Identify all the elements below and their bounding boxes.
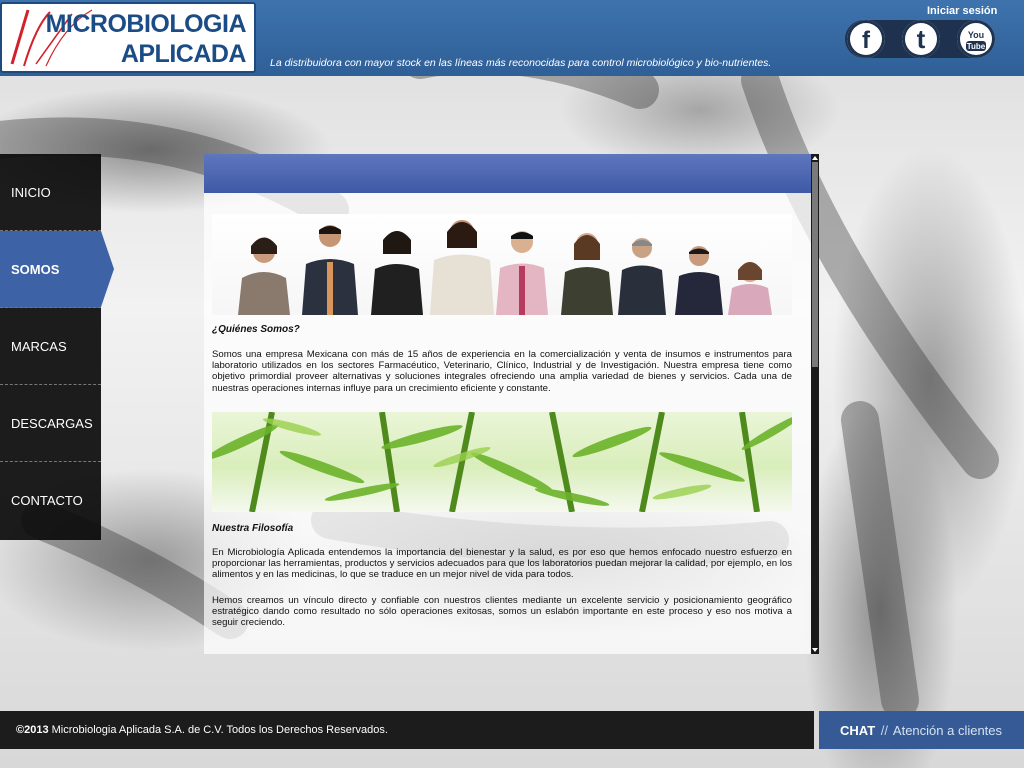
copyright-text: ©2013 Microbiologia Aplicada S.A. de C.V… xyxy=(16,724,388,736)
section-title-filosofia: Nuestra Filosofía xyxy=(212,523,294,534)
site-logo[interactable]: MICROBIOLOGIA APLICADA xyxy=(0,2,256,73)
chat-button[interactable]: CHAT // Atención a clientes xyxy=(819,711,1024,749)
svg-text:Tube: Tube xyxy=(967,42,986,51)
scroll-thumb[interactable] xyxy=(812,162,818,367)
section-text-filosofia-2: Hemos creamos un vínculo directo y confi… xyxy=(212,595,792,629)
svg-text:You: You xyxy=(968,30,984,40)
menu-item-marcas[interactable]: MARCAS xyxy=(0,308,101,385)
svg-text:t: t xyxy=(917,24,926,54)
facebook-icon[interactable]: f xyxy=(847,20,885,58)
section-text-quienes: Somos una empresa Mexicana con más de 15… xyxy=(212,349,792,394)
tagline: La distribuidora con mayor stock en las … xyxy=(270,57,772,69)
menu-item-contacto[interactable]: CONTACTO xyxy=(0,462,101,539)
scroll-down-arrow[interactable] xyxy=(812,648,818,652)
chat-separator: // xyxy=(880,723,888,738)
panel-header-bar xyxy=(204,154,811,193)
copyright-year: ©2013 xyxy=(16,724,49,736)
svg-text:f: f xyxy=(862,27,871,54)
section-text-filosofia-1: En Microbiología Aplicada entendemos la … xyxy=(212,547,792,581)
menu-item-inicio[interactable]: INICIO xyxy=(0,154,101,231)
login-link[interactable]: Iniciar sesión xyxy=(927,5,997,17)
section-title-quienes: ¿Quiénes Somos? xyxy=(212,324,300,335)
side-menu: INICIO SOMOS MARCAS DESCARGAS CONTACTO xyxy=(0,154,101,540)
bamboo-photo xyxy=(212,412,792,512)
chat-text: CHAT // Atención a clientes xyxy=(840,723,1002,738)
content-panel: ¿Quiénes Somos? Somos una empresa Mexica… xyxy=(204,154,811,654)
team-photo xyxy=(212,214,792,315)
chat-sublabel: Atención a clientes xyxy=(892,723,1003,738)
active-menu-arrow xyxy=(101,231,114,307)
menu-item-descargas[interactable]: DESCARGAS xyxy=(0,385,101,462)
scroll-up-arrow[interactable] xyxy=(812,156,818,160)
logo-line1: MICROBIOLOGIA xyxy=(45,10,247,38)
site-header: MICROBIOLOGIA APLICADA La distribuidora … xyxy=(0,0,1024,76)
content-scrollbar[interactable] xyxy=(811,154,819,654)
copyright-body: Microbiologia Aplicada S.A. de C.V. Todo… xyxy=(51,724,388,736)
youtube-icon[interactable]: You Tube xyxy=(957,20,995,58)
twitter-icon[interactable]: t xyxy=(902,20,940,58)
logo-line2: APLICADA xyxy=(120,40,247,68)
chat-label: CHAT xyxy=(840,723,876,738)
site-footer: ©2013 Microbiologia Aplicada S.A. de C.V… xyxy=(0,711,814,749)
menu-item-somos[interactable]: SOMOS xyxy=(0,231,101,308)
